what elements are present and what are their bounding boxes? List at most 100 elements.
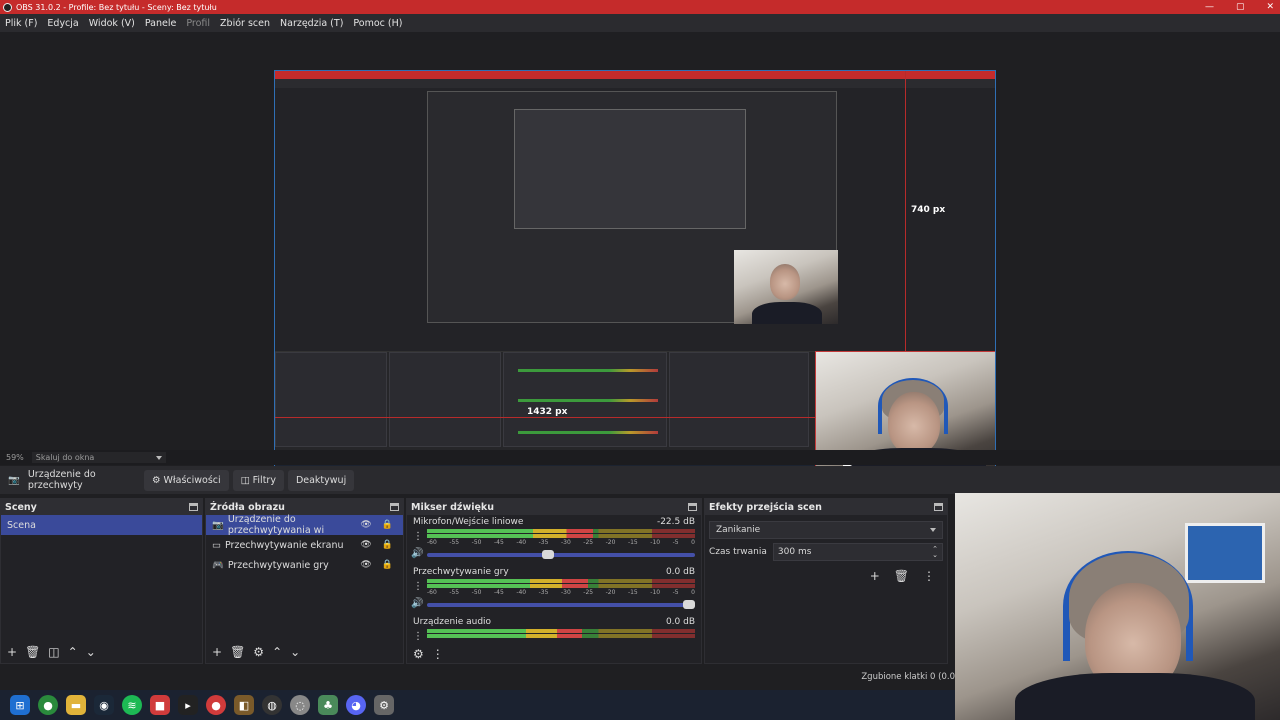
meter-scale: -60 -55 -50 -45 -40 -35 -30 -25 -20 -15 -10 -5 0: [427, 589, 695, 596]
scene-item[interactable]: Scena: [1, 515, 202, 535]
undock-icon[interactable]: [390, 503, 399, 511]
windows-start-icon[interactable]: ⊞: [10, 695, 30, 715]
move-down-icon[interactable]: ⌄: [290, 645, 300, 659]
steam-icon[interactable]: ◉: [94, 695, 114, 715]
scale-tick: -50: [471, 589, 482, 596]
menu-docks[interactable]: Panele: [145, 18, 176, 29]
app-icon[interactable]: ◌: [290, 695, 310, 715]
move-up-icon[interactable]: ⌃: [68, 645, 78, 659]
discord-icon[interactable]: ◕: [346, 695, 366, 715]
undock-icon[interactable]: [189, 503, 198, 511]
minimize-button[interactable]: —: [1205, 2, 1214, 12]
zoom-mode-select[interactable]: Skaluj do okna: [31, 452, 167, 463]
menu-file[interactable]: Plik (F): [5, 18, 37, 29]
properties-button[interactable]: ⚙ Właściwości: [144, 469, 229, 491]
eye-icon[interactable]: 👁: [360, 520, 371, 530]
menu-scene-collection[interactable]: Zbiór scen: [220, 18, 270, 29]
close-button[interactable]: ✕: [1266, 2, 1274, 12]
filter-icon[interactable]: ◫: [48, 645, 59, 659]
add-icon[interactable]: +: [7, 645, 17, 659]
lock-icon[interactable]: 🔒: [382, 540, 393, 550]
obs-logo-icon: [3, 2, 12, 12]
move-up-icon[interactable]: ⌃: [272, 645, 282, 659]
source-item-label: Przechwytywanie gry: [227, 559, 329, 571]
channel-menu-icon[interactable]: ⋮: [413, 581, 423, 592]
record-app-icon[interactable]: ■: [150, 695, 170, 715]
eye-icon[interactable]: 👁: [360, 540, 371, 550]
source-item[interactable]: ▭ Przechwytywanie ekranu 👁 🔒: [206, 535, 403, 555]
volume-slider[interactable]: [427, 600, 695, 609]
gear-icon[interactable]: ⚙: [413, 647, 424, 661]
leaf-app-icon[interactable]: ♣: [318, 695, 338, 715]
undock-icon[interactable]: [688, 503, 697, 511]
scale-tick: -45: [493, 589, 504, 596]
undock-icon[interactable]: [934, 503, 943, 511]
source-item[interactable]: 📷 Urządzenie do przechwytywania wi 👁 🔒: [206, 514, 403, 536]
menu-help[interactable]: Pomoc (H): [353, 18, 402, 29]
maximize-button[interactable]: ▢: [1236, 2, 1245, 12]
properties-label: Właściwości: [163, 474, 221, 486]
volume-knob[interactable]: [683, 600, 695, 609]
filters-button[interactable]: ◫ Filtry: [232, 469, 284, 491]
speaker-icon[interactable]: 🔊: [411, 548, 423, 559]
scale-tick: -55: [449, 589, 460, 596]
lock-icon[interactable]: 🔒: [382, 560, 393, 570]
eye-icon[interactable]: 👁: [360, 560, 371, 570]
preview-area[interactable]: 740 px 1432 px: [0, 32, 1280, 476]
monitor-icon: ▭: [212, 539, 221, 551]
volume-slider[interactable]: [427, 550, 695, 559]
trash-icon[interactable]: 🗑: [230, 645, 245, 659]
chevron-down-icon: [930, 528, 936, 532]
add-icon[interactable]: +: [212, 645, 222, 659]
lock-icon[interactable]: 🔒: [382, 520, 393, 530]
scale-tick: -5: [672, 589, 679, 596]
gear-icon[interactable]: ⚙: [253, 645, 264, 659]
folder-icon[interactable]: ▬: [66, 695, 86, 715]
scale-tick: -10: [650, 539, 661, 546]
nested-obs-titlebar: [275, 71, 995, 79]
preview-canvas[interactable]: 740 px 1432 px: [274, 70, 996, 476]
channel-name: Przechwytywanie gry: [413, 567, 509, 577]
chrome-icon[interactable]: ●: [38, 695, 58, 715]
menu-tools[interactable]: Narzędzia (T): [280, 18, 343, 29]
volume-knob[interactable]: [542, 550, 555, 559]
obs-app-icon[interactable]: ◧: [234, 695, 254, 715]
trash-icon[interactable]: 🗑: [25, 645, 40, 659]
scale-tick: -40: [516, 539, 527, 546]
height-measure-label: 740 px: [911, 205, 946, 215]
more-icon[interactable]: ⋮: [432, 647, 444, 661]
menu-edit[interactable]: Edycja: [47, 18, 78, 29]
transitions-dock: Efekty przejścia scen Zanikanie Czas trw…: [704, 498, 948, 664]
menu-bar: Plik (F) Edycja Widok (V) Panele Profil …: [0, 14, 1280, 32]
guide-line-vertical: [905, 71, 906, 351]
dropped-frames: Zgubione klatki 0 (0.0: [861, 672, 955, 682]
duration-input[interactable]: 300 ms ⌃ ⌄: [772, 543, 943, 561]
deactivate-button[interactable]: Deaktywuj: [287, 469, 355, 491]
speaker-icon[interactable]: 🔊: [411, 598, 423, 609]
red-app-icon[interactable]: ●: [206, 695, 226, 715]
source-item[interactable]: 🎮 Przechwytywanie gry 👁 🔒: [206, 555, 403, 575]
add-icon[interactable]: +: [870, 569, 880, 583]
level-meter: [427, 634, 695, 638]
scale-tick: -40: [516, 589, 527, 596]
trash-icon[interactable]: 🗑: [894, 569, 909, 583]
terminal-icon[interactable]: ▸: [178, 695, 198, 715]
source-item-label: Przechwytywanie ekranu: [224, 539, 344, 551]
obs-window: OBS 31.0.2 - Profile: Bez tytułu - Sceny…: [0, 0, 1280, 720]
zoom-bar: 59% Skaluj do okna: [0, 450, 1280, 465]
scale-tick: -45: [493, 539, 504, 546]
mixer-title: Mikser dźwięku: [411, 501, 495, 513]
more-icon[interactable]: ⋮: [923, 569, 935, 583]
deactivate-label: Deaktywuj: [295, 474, 347, 486]
move-down-icon[interactable]: ⌄: [86, 645, 96, 659]
spotify-icon[interactable]: ≋: [122, 695, 142, 715]
settings-icon[interactable]: ⚙: [374, 695, 394, 715]
channel-menu-icon[interactable]: ⋮: [413, 631, 423, 642]
obs-logo-icon[interactable]: ◍: [262, 695, 282, 715]
channel-menu-icon[interactable]: ⋮: [413, 531, 423, 542]
window-title: OBS 31.0.2 - Profile: Bez tytułu - Sceny…: [16, 2, 217, 12]
transition-select[interactable]: Zanikanie: [709, 521, 943, 539]
stepper-icon[interactable]: ⌃ ⌄: [932, 546, 938, 559]
guide-line-horizontal: [275, 417, 815, 418]
menu-view[interactable]: Widok (V): [89, 18, 135, 29]
